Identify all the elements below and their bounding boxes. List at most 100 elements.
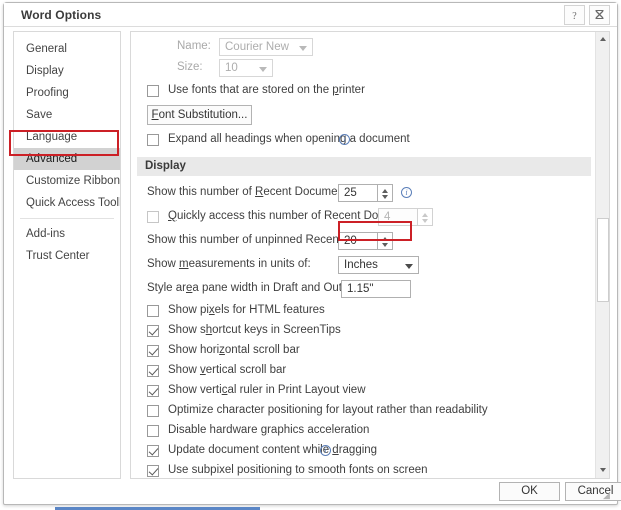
- options-category-list[interactable]: General Display Proofing Save Language A…: [13, 31, 121, 479]
- quick-access-recent-spinner[interactable]: [418, 208, 433, 226]
- word-options-dialog: Word Options ? General Display Proofing …: [3, 2, 621, 505]
- sidebar-item-trust-center[interactable]: Trust Center: [14, 245, 120, 267]
- update-document-dragging-checkbox[interactable]: [147, 445, 159, 457]
- measurement-units-value: Inches: [344, 259, 378, 271]
- scrollbar-down-button[interactable]: [596, 463, 609, 478]
- scrollbar-up-button[interactable]: [596, 32, 609, 47]
- sidebar-item-language[interactable]: Language: [14, 126, 120, 148]
- use-subpixel-positioning-checkbox[interactable]: [147, 465, 159, 477]
- show-vertical-ruler-label: Show vertical ruler in Print Layout view: [168, 384, 366, 396]
- sidebar-item-save[interactable]: Save: [14, 104, 120, 126]
- show-vertical-scrollbar-row[interactable]: Show vertical scroll bar: [131, 362, 597, 382]
- show-vertical-scrollbar-label: Show vertical scroll bar: [168, 364, 287, 376]
- sidebar-item-customize-ribbon[interactable]: Customize Ribbon: [14, 170, 120, 192]
- sidebar-item-proofing[interactable]: Proofing: [14, 82, 120, 104]
- unpinned-folders-row: Show this number of unpinned Recent Fold…: [131, 232, 597, 256]
- dialog-title: Word Options: [21, 8, 102, 22]
- sidebar-item-advanced[interactable]: Advanced: [14, 148, 120, 170]
- info-icon[interactable]: i: [339, 134, 350, 145]
- spinner-up-icon[interactable]: [382, 189, 388, 193]
- show-horizontal-scrollbar-checkbox[interactable]: [147, 345, 159, 357]
- show-horizontal-scrollbar-label: Show horizontal scroll bar: [168, 344, 300, 356]
- font-name-label: Name:: [177, 40, 211, 52]
- show-shortcut-keys-label: Show shortcut keys in ScreenTips: [168, 324, 341, 336]
- resize-grip[interactable]: ◢: [603, 491, 613, 501]
- sidebar-item-label: Trust Center: [26, 250, 90, 262]
- unpinned-folders-input[interactable]: 20: [338, 232, 378, 250]
- quick-access-recent-input[interactable]: 4: [378, 208, 418, 226]
- sidebar-item-label: Language: [26, 131, 78, 143]
- help-button[interactable]: ?: [564, 5, 585, 25]
- font-name-value: Courier New: [225, 41, 289, 53]
- update-document-dragging-row[interactable]: Update document content while dragging i: [131, 442, 597, 462]
- recent-documents-row: Show this number of Recent Documents: 25…: [131, 184, 597, 208]
- chevron-down-icon: [299, 46, 307, 51]
- sidebar-item-display[interactable]: Display: [14, 60, 120, 82]
- dialog-title-bar: Word Options ?: [4, 3, 617, 27]
- show-vertical-scrollbar-checkbox[interactable]: [147, 365, 159, 377]
- font-name-combo[interactable]: Courier New: [219, 38, 313, 56]
- close-button[interactable]: [589, 5, 610, 25]
- optimize-character-positioning-checkbox[interactable]: [147, 405, 159, 417]
- options-scroll-region: Name: Courier New Size: 10 Use fonts tha…: [131, 32, 597, 478]
- question-mark-icon: ?: [572, 11, 577, 21]
- show-vertical-ruler-row[interactable]: Show vertical ruler in Print Layout view: [131, 382, 597, 402]
- quick-access-recent-checkbox[interactable]: [147, 211, 159, 223]
- show-shortcut-keys-row[interactable]: Show shortcut keys in ScreenTips: [131, 322, 597, 342]
- spinner-down-icon[interactable]: [382, 243, 388, 247]
- scrollbar-thumb[interactable]: [597, 218, 609, 302]
- sidebar-item-label: Proofing: [26, 87, 69, 99]
- info-icon[interactable]: i: [401, 187, 412, 198]
- dialog-footer: OK Cancel ◢: [4, 478, 621, 504]
- show-shortcut-keys-checkbox[interactable]: [147, 325, 159, 337]
- recent-documents-spinner[interactable]: [378, 184, 393, 202]
- measurement-units-combo[interactable]: Inches: [338, 256, 419, 274]
- use-subpixel-positioning-label: Use subpixel positioning to smooth fonts…: [168, 464, 428, 476]
- show-pixels-html-checkbox[interactable]: [147, 305, 159, 317]
- sidebar-item-general[interactable]: General: [14, 38, 120, 60]
- disable-hardware-acceleration-checkbox[interactable]: [147, 425, 159, 437]
- show-pixels-html-row[interactable]: Show pixels for HTML features: [131, 302, 597, 322]
- sidebar-item-quick-access-toolbar[interactable]: Quick Access Toolbar: [14, 192, 120, 214]
- disable-hardware-acceleration-row[interactable]: Disable hardware graphics acceleration: [131, 422, 597, 442]
- expand-headings-checkbox[interactable]: [147, 134, 159, 146]
- font-substitution-button[interactable]: Font Substitution...: [147, 105, 252, 125]
- font-name-row: Name: Courier New: [131, 38, 597, 59]
- font-size-value: 10: [225, 62, 238, 74]
- chevron-down-icon: [599, 468, 606, 472]
- sidebar-item-label: General: [26, 43, 67, 55]
- recent-documents-input[interactable]: 25: [338, 184, 378, 202]
- quick-access-recent-row[interactable]: Quickly access this number of Recent Doc…: [131, 208, 597, 232]
- recent-documents-label: Show this number of Recent Documents:: [147, 186, 357, 198]
- sidebar-item-label: Advanced: [26, 153, 78, 165]
- show-horizontal-scrollbar-row[interactable]: Show horizontal scroll bar: [131, 342, 597, 362]
- expand-headings-label: Expand all headings when opening a docum…: [168, 133, 410, 145]
- chevron-up-icon: [599, 37, 606, 41]
- spinner-up-icon[interactable]: [382, 237, 388, 241]
- use-printer-fonts-label: Use fonts that are stored on the printer: [168, 84, 365, 96]
- optimize-character-positioning-row[interactable]: Optimize character positioning for layou…: [131, 402, 597, 422]
- use-printer-fonts-row[interactable]: Use fonts that are stored on the printer: [131, 82, 597, 105]
- spinner-down-icon[interactable]: [422, 219, 428, 223]
- use-printer-fonts-checkbox[interactable]: [147, 85, 159, 97]
- info-icon[interactable]: i: [320, 445, 331, 456]
- ok-button[interactable]: OK: [499, 482, 560, 501]
- spinner-up-icon[interactable]: [422, 213, 428, 217]
- sidebar-item-label: Quick Access Toolbar: [26, 197, 120, 209]
- font-size-label: Size:: [177, 61, 203, 73]
- font-size-combo[interactable]: 10: [219, 59, 273, 77]
- sidebar-item-add-ins[interactable]: Add-ins: [14, 223, 120, 245]
- expand-headings-row[interactable]: Expand all headings when opening a docum…: [131, 131, 597, 157]
- svg-text:?: ?: [572, 11, 577, 21]
- sidebar-item-label: Add-ins: [26, 228, 65, 240]
- update-document-dragging-label: Update document content while dragging: [168, 444, 378, 456]
- unpinned-folders-spinner[interactable]: [378, 232, 393, 250]
- use-subpixel-positioning-row[interactable]: Use subpixel positioning to smooth fonts…: [131, 462, 597, 478]
- spinner-down-icon[interactable]: [382, 195, 388, 199]
- sidebar-item-label: Customize Ribbon: [26, 175, 120, 187]
- font-size-row: Size: 10: [131, 59, 597, 82]
- section-header-display: Display: [137, 157, 591, 176]
- style-area-width-input[interactable]: 1.15": [341, 280, 411, 298]
- content-vertical-scrollbar[interactable]: [595, 32, 609, 478]
- show-vertical-ruler-checkbox[interactable]: [147, 385, 159, 397]
